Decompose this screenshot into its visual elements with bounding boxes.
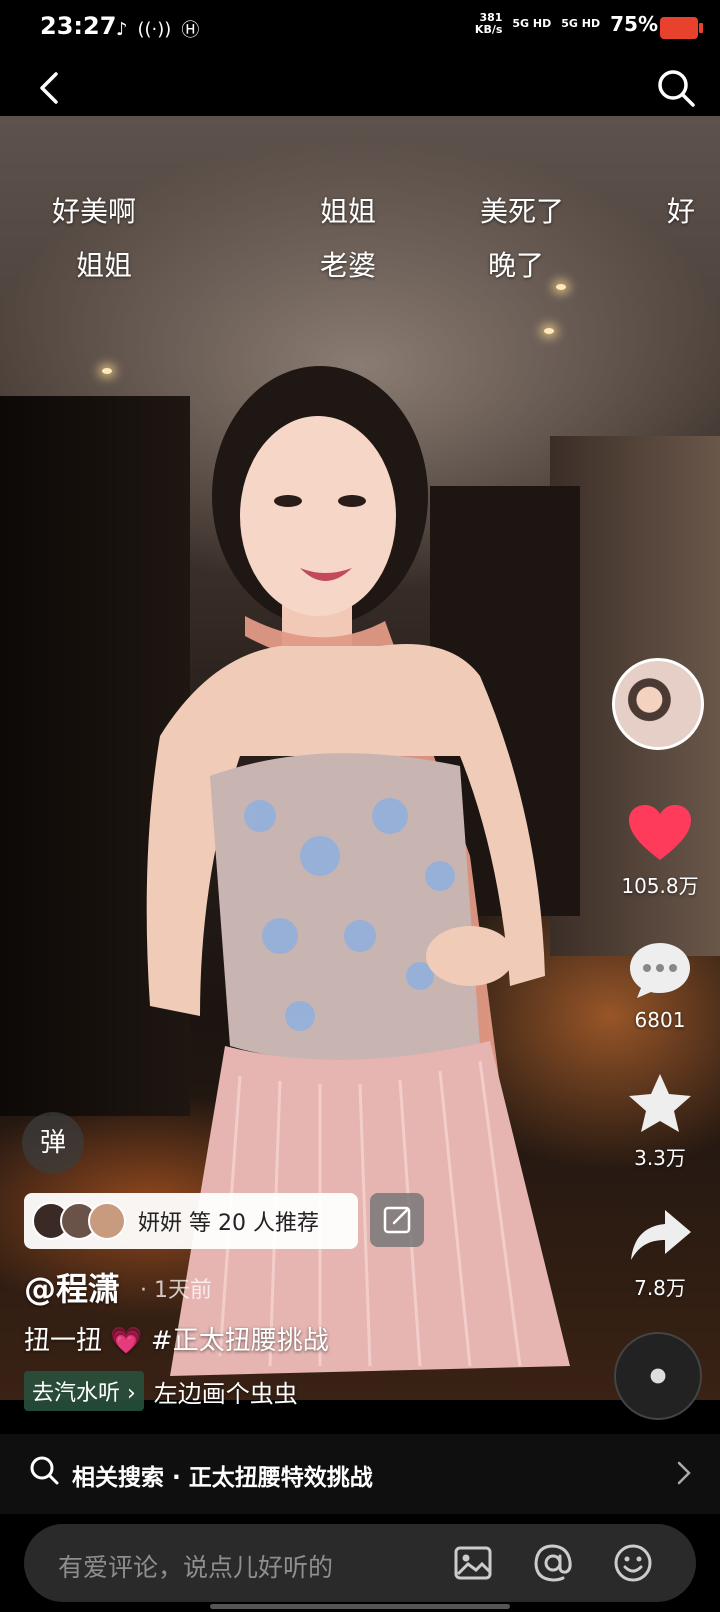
comment-button[interactable]: 6801 — [610, 940, 710, 1032]
heart-icon — [629, 805, 691, 860]
favorite-button[interactable]: 3.3万 — [610, 1072, 710, 1171]
search-icon[interactable] — [654, 66, 698, 110]
danmaku-comment: 姐姐 — [76, 249, 133, 282]
music-app-link[interactable]: 去汽水听 › — [24, 1371, 144, 1411]
image-icon[interactable] — [452, 1542, 494, 1584]
net-speed-unit: KB/s — [474, 23, 503, 36]
danmaku-comment: 美死了 — [480, 195, 565, 228]
danmaku-comment: 好美啊 — [52, 195, 137, 228]
tiktok-icon: ♪ — [116, 18, 128, 40]
share-count: 7.8万 — [634, 1276, 686, 1300]
hd-icon: Ⓗ — [181, 20, 200, 41]
comment-input[interactable]: 有爱评论，说点儿好听的 — [24, 1524, 696, 1602]
related-search-text: 相关搜索 · 正太扭腰特效挑战 — [72, 1465, 373, 1491]
at-mention-icon[interactable] — [532, 1542, 574, 1584]
signal-sim2-label: 5G HD — [561, 17, 601, 30]
edit-icon — [383, 1206, 411, 1234]
share-button[interactable]: 7.8万 — [610, 1206, 710, 1301]
signal-sim1: 5G HD — [512, 18, 551, 30]
status-left-icons: ♪ ((·)) Ⓗ — [116, 16, 199, 42]
battery-icon — [660, 17, 703, 39]
caption-text: 扭一扭 — [24, 1326, 103, 1356]
recommender-avatars — [32, 1202, 126, 1240]
status-right: 381 KB/s 5G HD 5G HD 75% — [475, 12, 658, 37]
author-avatar[interactable] — [612, 658, 704, 750]
author-name[interactable]: @程潇 — [24, 1264, 120, 1310]
danmaku-comment: 晚了 — [488, 249, 545, 282]
music-title: 左边画个虫虫 — [153, 1379, 298, 1408]
music-disc-icon[interactable] — [614, 1332, 702, 1420]
like-count: 105.8万 — [621, 874, 699, 898]
music-row[interactable]: 去汽水听 › 左边画个虫虫 — [24, 1371, 298, 1411]
heart-emoji-icon: 💗 — [110, 1326, 143, 1356]
comment-bubble-icon — [630, 943, 690, 998]
comment-count: 6801 — [634, 1008, 686, 1032]
favorite-count: 3.3万 — [634, 1146, 686, 1170]
danmaku-comment: 姐姐 — [320, 195, 377, 228]
signal-sim1-label: 5G HD — [512, 17, 552, 30]
star-icon — [629, 1074, 691, 1132]
like-button[interactable]: 105.8万 — [610, 804, 710, 899]
emoji-icon[interactable] — [612, 1542, 654, 1584]
nav-bar — [0, 58, 720, 116]
signal-sim2: 5G HD — [561, 18, 600, 30]
hashtag-link[interactable]: #正太扭腰挑战 — [151, 1326, 329, 1356]
chevron-right-icon — [677, 1461, 691, 1485]
video-caption: 扭一扭 💗 #正太扭腰挑战 — [24, 1320, 329, 1357]
avatar — [88, 1202, 126, 1240]
home-indicator[interactable] — [210, 1604, 510, 1609]
search-icon — [30, 1456, 59, 1485]
recommend-text: 妍妍 等 20 人推荐 — [138, 1211, 319, 1236]
comment-placeholder: 有爱评论，说点儿好听的 — [58, 1553, 334, 1582]
chevron-left-icon[interactable] — [30, 68, 70, 108]
nfc-icon: ((·)) — [137, 18, 172, 40]
danmaku-comment: 老婆 — [320, 249, 377, 282]
status-bar: 23:27 ♪ ((·)) Ⓗ 381 KB/s 5G HD 5G HD 75% — [0, 0, 720, 58]
battery-percent: 75% — [610, 12, 658, 36]
status-time: 23:27 — [40, 12, 117, 40]
related-search-bar[interactable]: 相关搜索 · 正太扭腰特效挑战 — [0, 1434, 720, 1514]
danmaku-comment: 好 — [667, 195, 696, 228]
post-time: · 1天前 — [140, 1278, 212, 1303]
danmaku-toggle-button[interactable]: 弹 — [22, 1112, 84, 1174]
edit-recommend-button[interactable] — [370, 1193, 424, 1247]
share-arrow-icon — [631, 1210, 691, 1260]
net-speed: 381 KB/s — [475, 12, 502, 36]
recommend-chip[interactable]: 妍妍 等 20 人推荐 — [24, 1193, 358, 1249]
comment-bar: 有爱评论，说点儿好听的 — [0, 1514, 720, 1612]
